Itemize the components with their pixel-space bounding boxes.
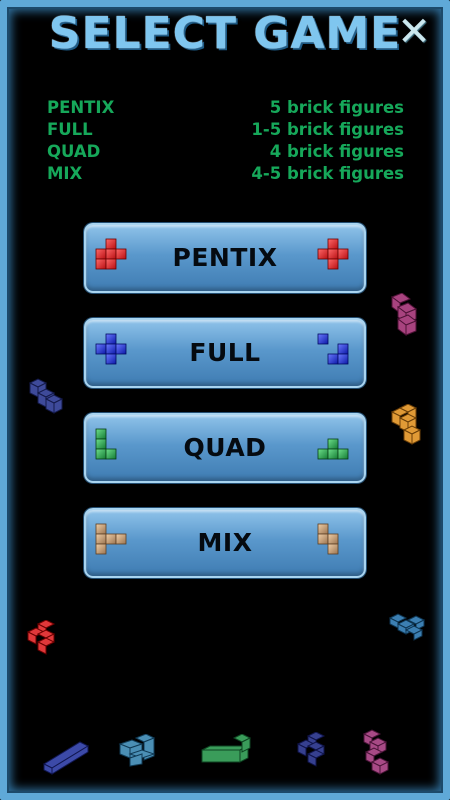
page-title: SELECT GAME (48, 8, 402, 59)
description-info: 5 brick figures (269, 98, 404, 117)
description-info: 1-5 brick figures (251, 120, 404, 139)
description-info: 4-5 brick figures (251, 164, 404, 183)
purple-brick-decoration-icon (390, 293, 418, 336)
steel-blue-brick-decoration-icon (388, 613, 426, 641)
purple-brick-decoration-icon (362, 729, 390, 775)
description-info: 4 brick figures (269, 142, 404, 161)
quad-button[interactable]: QUAD (84, 413, 366, 483)
green-line-brick-decoration-icon (201, 734, 252, 763)
close-icon[interactable]: ✕ (392, 10, 436, 54)
green-brick-icon (317, 438, 349, 460)
navy-plus-brick-decoration-icon (296, 732, 326, 767)
description-mode: FULL (47, 120, 93, 139)
orange-brick-decoration-icon (390, 404, 422, 445)
description-mode: PENTIX (47, 98, 115, 117)
description-row-mix: MIX 4-5 brick figures (47, 164, 404, 186)
full-button[interactable]: FULL (84, 318, 366, 388)
tan-brick-icon (317, 523, 339, 555)
blue-brick-icon (317, 333, 349, 365)
red-plus-brick-icon (317, 238, 349, 270)
description-row-full: FULL 1-5 brick figures (47, 120, 404, 142)
mix-button[interactable]: MIX (84, 508, 366, 578)
description-row-pentix: PENTIX 5 brick figures (47, 98, 404, 120)
navy-line-brick-decoration-icon (42, 741, 90, 775)
pentix-button[interactable]: PENTIX (84, 223, 366, 293)
description-mode: MIX (47, 164, 83, 183)
description-row-quad: QUAD 4 brick figures (47, 142, 404, 164)
navy-brick-decoration-icon (28, 378, 64, 414)
teal-brick-decoration-icon (118, 734, 156, 767)
description-mode: QUAD (47, 142, 101, 161)
red-brick-decoration-icon (26, 620, 56, 655)
